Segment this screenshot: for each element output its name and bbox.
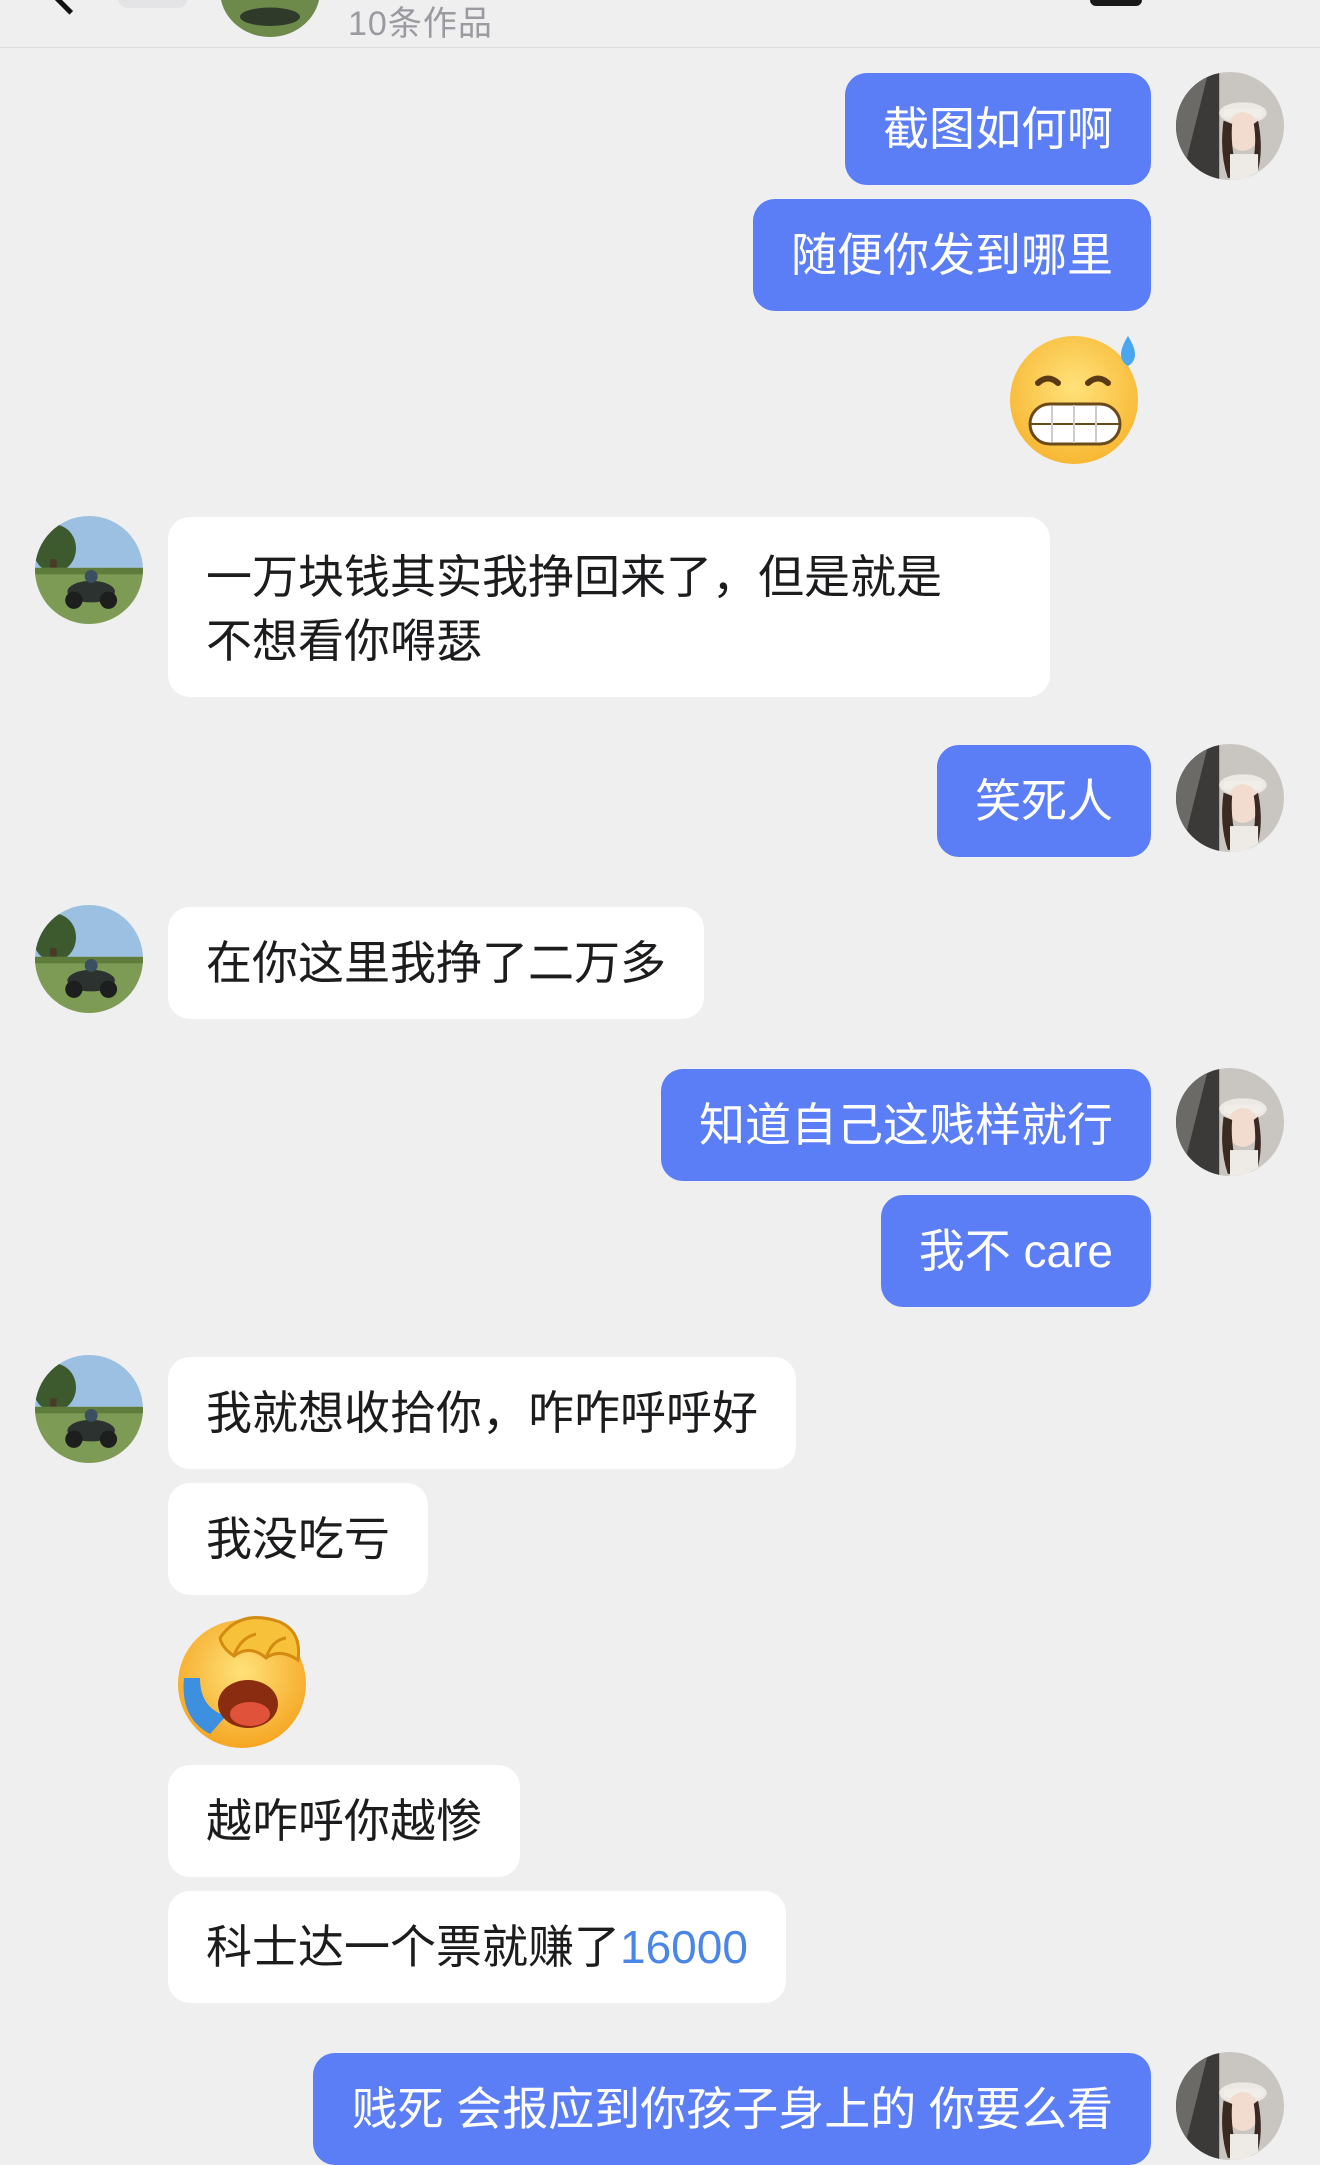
message-text-line: 一万块钱其实我挣回来了，但是就是 (206, 551, 942, 603)
message-bubble-received[interactable]: 在你这里我挣了二万多 (168, 907, 704, 1019)
message-text: 贱死 会报应到你孩子身上的 你要么看 (351, 2083, 1113, 2135)
message-text: 知道自己这贱样就行 (699, 1099, 1113, 1151)
message-text-line: 不想看你嘚瑟 (206, 615, 482, 667)
message-text: 截图如何啊 (883, 103, 1113, 155)
my-avatar[interactable] (1176, 72, 1284, 180)
chevron-left-icon[interactable] (50, 0, 89, 15)
facepalm-crying-emoji[interactable] (170, 1608, 318, 1752)
message-bubble-sent[interactable]: 笑死人 (937, 745, 1151, 857)
my-avatar[interactable] (1176, 744, 1284, 852)
header-subtitle: 10条作品 (348, 5, 493, 43)
message-text: 我没吃亏 (206, 1513, 390, 1565)
message-text: 在你这里我挣了二万多 (206, 937, 666, 989)
my-avatar[interactable] (1176, 2052, 1284, 2160)
detected-number-link[interactable]: 16000 (620, 1921, 748, 1973)
message-text: 我就想收拾你，咋咋呼呼好 (206, 1387, 758, 1439)
message-text: 笑死人 (975, 775, 1113, 827)
contact-avatar[interactable] (35, 905, 143, 1013)
message-bubble-received[interactable]: 越咋呼你越惨 (168, 1765, 520, 1877)
message-bubble-received[interactable]: 一万块钱其实我挣回来了，但是就是 不想看你嘚瑟 (168, 517, 1050, 697)
message-bubble-received[interactable]: 我就想收拾你，咋咋呼呼好 (168, 1357, 796, 1469)
message-text: 科士达一个票就赚了 (206, 1921, 620, 1973)
message-bubble-sent[interactable]: 贱死 会报应到你孩子身上的 你要么看 (313, 2053, 1151, 2165)
header-pill (118, 0, 188, 8)
message-bubble-sent[interactable]: 截图如何啊 (845, 73, 1151, 185)
header-action-button[interactable] (1090, 0, 1142, 6)
message-bubble-sent[interactable]: 知道自己这贱样就行 (661, 1069, 1151, 1181)
message-bubble-sent[interactable]: 我不 care (880, 1195, 1151, 1307)
contact-avatar[interactable] (35, 516, 143, 624)
message-bubble-received[interactable]: 我没吃亏 (168, 1483, 428, 1595)
my-avatar[interactable] (1176, 1068, 1284, 1176)
header-avatar[interactable] (220, 0, 320, 37)
message-bubble-received[interactable]: 科士达一个票就赚了16000 (168, 1891, 786, 2003)
contact-avatar[interactable] (35, 1355, 143, 1463)
message-text: 越咋呼你越惨 (206, 1795, 482, 1847)
message-text: 随便你发到哪里 (791, 229, 1113, 281)
message-bubble-sent[interactable]: 随便你发到哪里 (753, 199, 1151, 311)
message-text: 我不 care (918, 1225, 1113, 1277)
grimacing-sweat-emoji[interactable] (1004, 328, 1150, 468)
chat-header: 10条作品 (0, 0, 1320, 48)
